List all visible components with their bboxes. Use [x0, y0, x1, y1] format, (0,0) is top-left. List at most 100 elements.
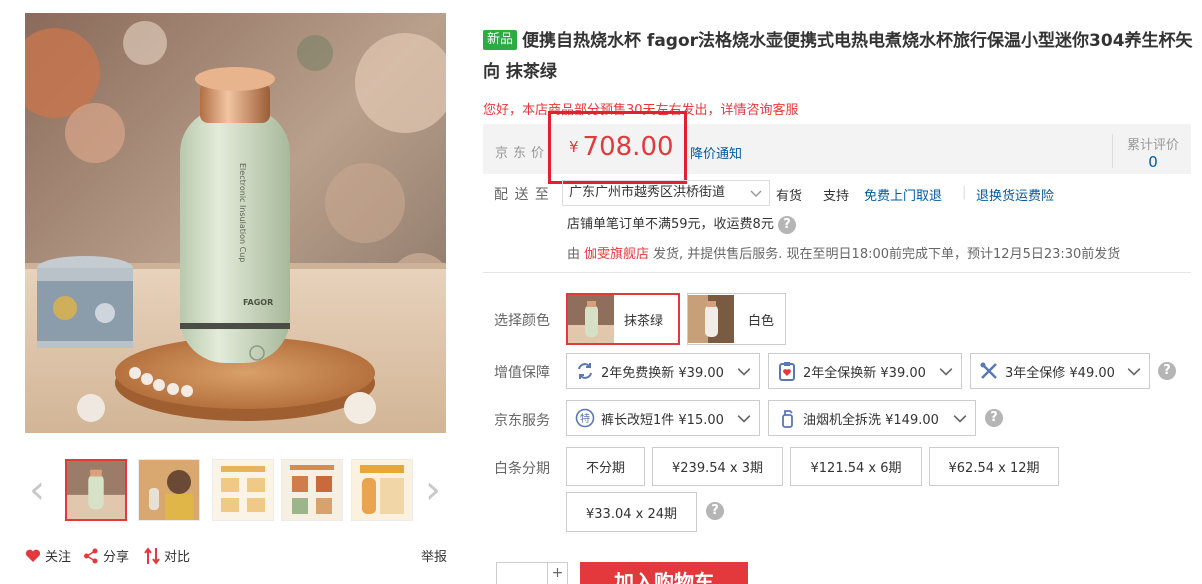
- shipping-fee-text: 店铺单笔订单不满59元，收运费8元: [567, 217, 774, 232]
- thumbnail-3[interactable]: [212, 459, 274, 521]
- thumbnail-image: [282, 460, 342, 520]
- question-icon[interactable]: ?: [706, 502, 724, 520]
- warranty-option-label: 3年全保修 ¥49.00: [1005, 365, 1115, 381]
- installment-label: 白条分期: [494, 461, 550, 477]
- share-button[interactable]: 分享: [83, 546, 129, 565]
- warranty-option-label: 2年全保换新 ¥39.00: [803, 365, 926, 381]
- question-icon[interactable]: ?: [1158, 362, 1176, 380]
- installment-option-label: ¥62.54 x 12期: [948, 461, 1040, 476]
- question-icon[interactable]: ?: [777, 216, 796, 234]
- cleaning-bottle-icon: [782, 410, 793, 428]
- product-title-text: 便携自热烧水杯 fagor法格烧水壶便携式电热电煮烧水杯旅行保温小型迷你304养…: [483, 31, 1193, 82]
- compare-button[interactable]: 对比: [144, 546, 190, 565]
- quantity-plus-button[interactable]: +: [547, 563, 567, 584]
- installment-option-1[interactable]: 不分期: [566, 447, 645, 486]
- color-option-white[interactable]: 白色: [687, 293, 786, 345]
- price-drop-notify-link[interactable]: 降价通知: [690, 143, 742, 162]
- divider-bar: |: [962, 185, 967, 200]
- service-option-label: 裤长改短1件 ¥15.00: [601, 412, 724, 428]
- product-actions: 关注 分享 对比 举报: [25, 546, 447, 566]
- installment-option-label: ¥33.04 x 24期: [586, 506, 677, 522]
- warranty-option-2[interactable]: 2年全保换新 ¥39.00: [768, 353, 962, 389]
- report-link[interactable]: 举报: [421, 546, 447, 565]
- delivery-address-select[interactable]: 广东广州市越秀区洪桥街道: [562, 180, 770, 206]
- thumbnail-1[interactable]: [65, 459, 127, 521]
- brand-mark: FAGOR: [243, 298, 273, 307]
- installment-option-label: ¥239.54 x 3期: [672, 461, 763, 476]
- chevron-down-icon: [737, 415, 751, 423]
- delivery-label: 配 送 至: [494, 187, 550, 203]
- thumbnail-image: [213, 460, 273, 520]
- installment-option-5[interactable]: ¥33.04 x 24期: [566, 492, 697, 532]
- warranty-option-1[interactable]: 2年免费换新 ¥39.00: [566, 353, 760, 389]
- jd-service-label: 京东服务: [494, 413, 550, 429]
- warranty-option-3[interactable]: 3年全保修 ¥49.00: [970, 353, 1150, 389]
- chevron-down-icon: [953, 415, 967, 423]
- add-to-cart-button[interactable]: 加入购物车: [580, 562, 748, 584]
- review-label: 累计评价: [1126, 138, 1179, 153]
- support-label: 支持: [823, 189, 850, 204]
- seller-suffix: 发货, 并提供售后服务. 现在至明日18:00前完成下单，预计12月5日23:3…: [653, 247, 1121, 262]
- product-photo: Electronic Insulation Cup FAGOR: [25, 13, 446, 433]
- chevron-down-icon: [750, 190, 762, 198]
- follow-button[interactable]: 关注: [25, 546, 71, 565]
- seller-prefix: 由: [567, 247, 581, 262]
- service-option-label: 油烟机全拆洗 ¥149.00: [803, 412, 939, 428]
- review-count[interactable]: 0: [1127, 153, 1179, 171]
- installment-option-label: 不分期: [585, 461, 625, 476]
- section-divider: [483, 272, 1191, 273]
- price-highlight-box: [548, 111, 687, 184]
- color-label: 选择颜色: [494, 313, 550, 329]
- thumbnail-4[interactable]: [281, 459, 343, 521]
- seller-line: 由伽雯旗舰店 发货, 并提供售后服务. 现在至明日18:00前完成下单，预计12月…: [567, 243, 1120, 262]
- service-option-2[interactable]: 油烟机全拆洗 ¥149.00: [768, 400, 976, 436]
- price-label: 京东价: [495, 146, 550, 161]
- thumbnail-strip: ‹ ›: [25, 458, 455, 524]
- chevron-down-icon: [737, 368, 751, 376]
- new-badge: 新品: [483, 30, 518, 50]
- share-label: 分享: [103, 550, 130, 565]
- share-icon: [84, 548, 98, 563]
- follow-label: 关注: [45, 550, 72, 565]
- installment-option-2[interactable]: ¥239.54 x 3期: [652, 447, 783, 486]
- thumbnail-image: [67, 461, 125, 519]
- stock-status: 有货: [776, 189, 803, 204]
- compare-icon: [144, 546, 160, 565]
- color-option-green[interactable]: 抹茶绿: [566, 293, 680, 345]
- cup-label-text: Electronic Insulation Cup: [238, 163, 247, 262]
- installment-option-3[interactable]: ¥121.54 x 6期: [790, 447, 922, 486]
- thumb-next-arrow-icon[interactable]: ›: [421, 470, 445, 510]
- main-product-image: Electronic Insulation Cup FAGOR: [25, 13, 446, 433]
- service-option-1[interactable]: 特 裤长改短1件 ¥15.00: [566, 400, 760, 436]
- tools-icon: [980, 362, 997, 379]
- delivery-address: 广东广州市越秀区洪桥街道: [569, 185, 726, 200]
- chevron-down-icon: [1127, 368, 1141, 376]
- color-option-label: 白色: [748, 313, 775, 329]
- review-summary: 累计评价 0: [1111, 134, 1179, 171]
- heart-icon: [25, 549, 41, 562]
- shop-name-link[interactable]: 伽雯旗舰店: [584, 247, 649, 262]
- free-pickup-link[interactable]: 免费上门取退: [864, 185, 942, 204]
- color-swatch-white: [688, 295, 734, 343]
- clipboard-heart-icon: [779, 362, 795, 381]
- exchange-icon: [578, 363, 592, 379]
- thumbnail-5[interactable]: [351, 459, 413, 521]
- shipping-fee-note: 店铺单笔订单不满59元，收运费8元 ?: [567, 213, 796, 234]
- quantity-stepper[interactable]: +: [496, 562, 568, 584]
- return-insurance-link[interactable]: 退换货运费险: [976, 185, 1054, 204]
- color-swatch-green: [568, 295, 614, 343]
- warranty-label: 增值保障: [494, 365, 550, 381]
- installment-option-label: ¥121.54 x 6期: [810, 461, 902, 476]
- thumb-prev-arrow-icon[interactable]: ‹: [25, 470, 49, 510]
- installment-option-4[interactable]: ¥62.54 x 12期: [929, 447, 1059, 486]
- chevron-down-icon: [939, 368, 953, 376]
- question-icon[interactable]: ?: [985, 409, 1003, 427]
- compare-label: 对比: [164, 550, 191, 565]
- thumbnail-2[interactable]: [138, 459, 200, 521]
- color-option-label: 抹茶绿: [624, 313, 664, 329]
- warranty-option-label: 2年免费换新 ¥39.00: [601, 365, 724, 381]
- thumbnail-image: [139, 460, 199, 520]
- svg-text:特: 特: [580, 413, 590, 425]
- product-title: 新品 便携自热烧水杯 fagor法格烧水壶便携式电热电煮烧水杯旅行保温小型迷你30…: [483, 26, 1193, 88]
- special-service-icon: 特: [575, 408, 595, 428]
